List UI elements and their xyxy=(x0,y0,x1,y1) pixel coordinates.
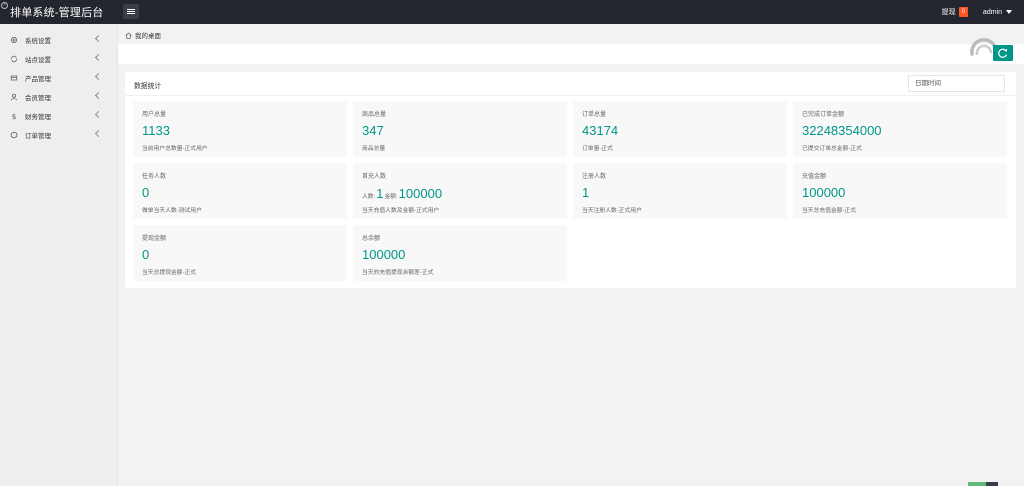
caret-down-icon xyxy=(1006,10,1012,14)
chevron-left-icon xyxy=(94,110,103,119)
stat-value: 32248354000 xyxy=(802,123,882,138)
stat-value: 1 xyxy=(582,185,590,200)
breadcrumb: 我的桌面 xyxy=(118,24,1024,44)
data-statistics-panel: 数据统计 用户总量 1133 当前用户总数量-正式用户 商品总量 347 商品总… xyxy=(125,72,1016,288)
stat-value: 100000 xyxy=(362,247,406,262)
stat-description: 已提交订单总金额-正式 xyxy=(802,146,862,152)
count-value: 1 xyxy=(376,186,384,201)
stat-product-total: 商品总量 347 商品总量 xyxy=(353,101,567,157)
close-icon[interactable]: × xyxy=(1,2,8,9)
status-indicator-dark xyxy=(986,482,998,486)
sidebar-item-products[interactable]: 产品管理 xyxy=(0,68,117,87)
stat-total-balance: 总余额 100000 当天的充值提现余额差-正式 xyxy=(353,225,567,281)
stat-label: 用户总量 xyxy=(142,112,167,118)
top-right-area: 提现 0 admin xyxy=(942,0,1024,24)
sidebar-item-members[interactable]: 会员管理 xyxy=(0,87,117,106)
user-icon xyxy=(10,93,18,100)
stat-description: 商品总量 xyxy=(362,146,386,152)
sidebar-item-orders[interactable]: 订单管理 xyxy=(0,125,117,144)
sidebar-item-finance[interactable]: $ 财务管理 xyxy=(0,106,117,125)
stat-task-users: 任务人数 0 做单当天人数-测试用户 xyxy=(133,163,347,219)
sidebar-item-label: 产品管理 xyxy=(25,75,51,83)
stat-registered-users: 注册人数 1 当天注册人数-正式用户 xyxy=(573,163,787,219)
menu-toggle-button[interactable] xyxy=(123,4,139,19)
gear-icon xyxy=(11,36,17,43)
sidebar-item-system-settings[interactable]: 系统设置 xyxy=(0,30,117,49)
chevron-left-icon xyxy=(94,91,103,100)
withdraw-link[interactable]: 提现 0 xyxy=(942,7,968,17)
chevron-left-icon xyxy=(94,34,103,43)
stat-description: 当天总提现金额-正式 xyxy=(142,270,197,276)
stat-value-row: 人数: 1 金额: 100000 xyxy=(362,186,443,201)
user-name: admin xyxy=(982,8,1002,16)
stat-description: 订单量-正式 xyxy=(582,146,613,152)
chevron-left-icon xyxy=(94,129,103,138)
top-bar: × 排单系统-管理后台 提现 0 admin xyxy=(0,0,1024,24)
refresh-button[interactable] xyxy=(993,45,1013,61)
stat-description: 当天充值人数及金额-正式用户 xyxy=(362,208,440,214)
stat-description: 当前用户总数量-正式用户 xyxy=(142,146,208,152)
breadcrumb-label: 我的桌面 xyxy=(135,33,161,40)
sync-icon xyxy=(11,55,17,62)
stat-description: 当天总充值金额-正式 xyxy=(802,208,857,214)
sidebar-item-label: 订单管理 xyxy=(25,132,51,140)
chevron-left-icon xyxy=(94,53,103,62)
count-prefix: 人数: xyxy=(362,194,376,200)
amount-prefix: 金额: xyxy=(384,194,398,200)
sidebar: 系统设置 站点设置 产品管理 会员管理 $ 财务管理 订单管理 xyxy=(0,24,118,486)
stat-label: 首充人数 xyxy=(362,174,387,180)
chevron-left-icon xyxy=(94,72,103,81)
stat-label: 充值金额 xyxy=(802,174,827,180)
refresh-icon xyxy=(998,48,1008,58)
stat-first-recharge: 首充人数 人数: 1 金额: 100000 当天充值人数及金额-正式用户 xyxy=(353,163,567,219)
stat-value: 1133 xyxy=(142,123,170,138)
app-title: 排单系统-管理后台 xyxy=(10,7,104,19)
stat-value: 0 xyxy=(142,247,150,262)
amount-value: 100000 xyxy=(398,186,443,201)
home-icon xyxy=(125,32,132,39)
stat-label: 已完成订单金额 xyxy=(802,112,845,118)
sidebar-item-label: 财务管理 xyxy=(25,113,51,121)
stat-value: 347 xyxy=(362,123,384,138)
stat-value: 43174 xyxy=(582,123,619,138)
stat-order-total: 订单总量 43174 订单量-正式 xyxy=(573,101,787,157)
stat-label: 任务人数 xyxy=(142,174,167,180)
sidebar-item-site-settings[interactable]: 站点设置 xyxy=(0,49,117,68)
hamburger-icon xyxy=(127,9,135,10)
withdraw-count-badge: 0 xyxy=(958,7,968,17)
tab-strip xyxy=(118,44,1024,64)
stat-user-total: 用户总量 1133 当前用户总数量-正式用户 xyxy=(133,101,347,157)
withdraw-label: 提现 xyxy=(941,9,956,16)
stat-value: 100000 xyxy=(802,185,846,200)
order-icon xyxy=(10,131,18,138)
stat-completed-order-amount: 已完成订单金额 32248354000 已提交订单总金额-正式 xyxy=(793,101,1007,157)
status-indicator xyxy=(968,482,986,486)
svg-text:$: $ xyxy=(12,112,17,120)
date-time-input[interactable] xyxy=(908,75,1005,92)
stat-recharge-amount: 充值金额 100000 当天总充值金额-正式 xyxy=(793,163,1007,219)
stat-description: 当天的充值提现余额差-正式 xyxy=(362,270,434,276)
sidebar-item-label: 站点设置 xyxy=(25,56,51,64)
stat-label: 订单总量 xyxy=(582,112,607,118)
stat-value: 0 xyxy=(142,185,150,200)
stat-withdraw-amount: 提现金额 0 当天总提现金额-正式 xyxy=(133,225,347,281)
box-icon xyxy=(10,75,18,80)
panel-header: 数据统计 xyxy=(125,72,1016,96)
stat-label: 商品总量 xyxy=(362,112,387,118)
stat-label: 注册人数 xyxy=(582,174,607,180)
stat-label: 总余额 xyxy=(362,236,381,242)
user-menu[interactable]: admin xyxy=(983,9,1012,16)
breadcrumb-home[interactable]: 我的桌面 xyxy=(125,30,161,40)
dollar-icon: $ xyxy=(12,112,17,120)
panel-title: 数据统计 xyxy=(134,83,162,90)
sidebar-item-label: 系统设置 xyxy=(25,37,51,45)
stat-label: 提现金额 xyxy=(142,236,167,242)
stat-description: 做单当天人数-测试用户 xyxy=(142,208,202,214)
sidebar-item-label: 会员管理 xyxy=(25,94,51,102)
stat-description: 当天注册人数-正式用户 xyxy=(582,208,642,214)
